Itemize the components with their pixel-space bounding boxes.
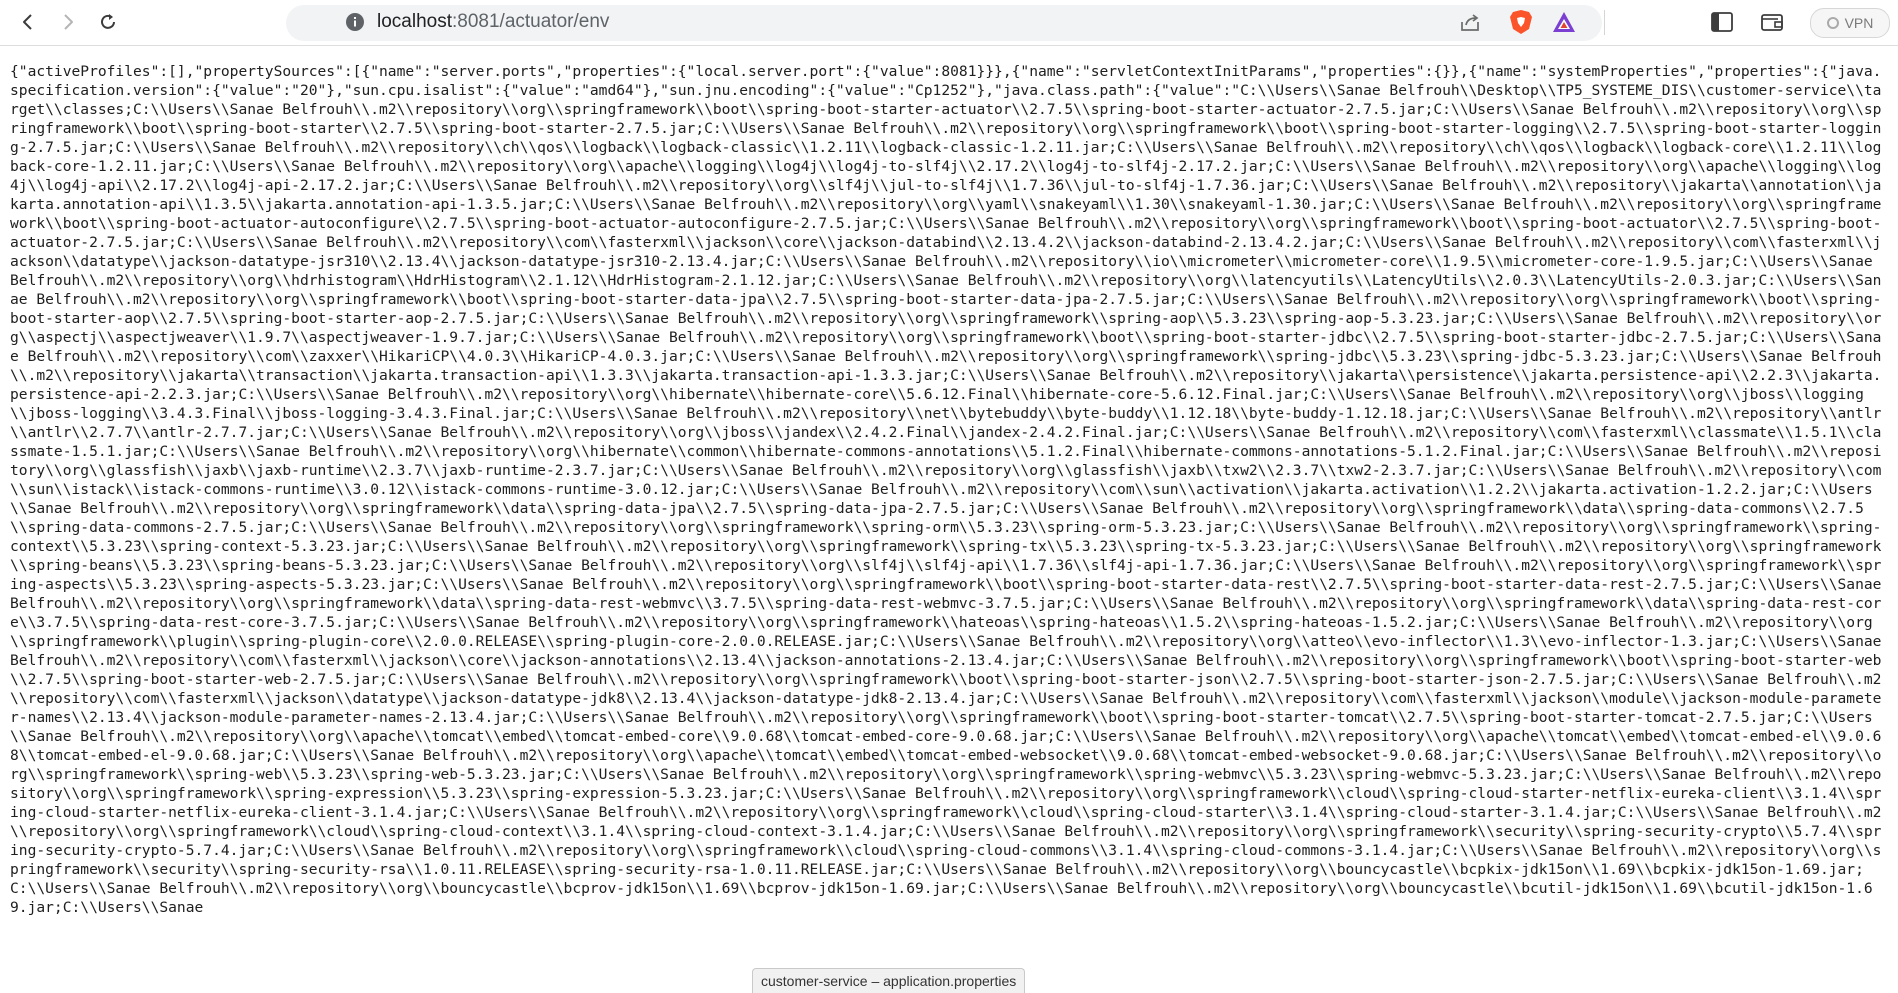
reload-icon [101, 14, 115, 29]
back-arrow-icon [23, 14, 32, 30]
vpn-status-icon [1826, 17, 1839, 29]
toolbar-separator [1604, 10, 1605, 35]
vpn-button[interactable]: VPN [1810, 8, 1890, 38]
url-text[interactable]: localhost:8081/actuator/env [377, 11, 609, 33]
site-info-icon[interactable] [344, 11, 366, 33]
wallet-icon[interactable] [1760, 11, 1784, 33]
browser-toolbar: localhost:8081/actuator/env VPN [0, 0, 1898, 46]
brave-shields-icon[interactable] [1509, 9, 1533, 35]
page-content: {"activeProfiles":[],"propertySources":[… [10, 62, 1890, 993]
url-host: localhost [377, 11, 452, 32]
url-path: :8081/actuator/env [452, 11, 610, 32]
status-bubble: customer-service – application.propertie… [752, 968, 1026, 993]
share-icon[interactable] [1458, 10, 1482, 34]
back-button[interactable] [8, 2, 48, 42]
vpn-label: VPN [1844, 15, 1874, 31]
forward-button[interactable] [48, 2, 88, 42]
forward-arrow-icon [64, 14, 73, 30]
actuator-env-json: {"activeProfiles":[],"propertySources":[… [10, 63, 1890, 916]
reload-button[interactable] [88, 2, 128, 42]
brave-rewards-icon[interactable] [1551, 10, 1577, 34]
sidebar-toggle-icon[interactable] [1710, 11, 1734, 33]
